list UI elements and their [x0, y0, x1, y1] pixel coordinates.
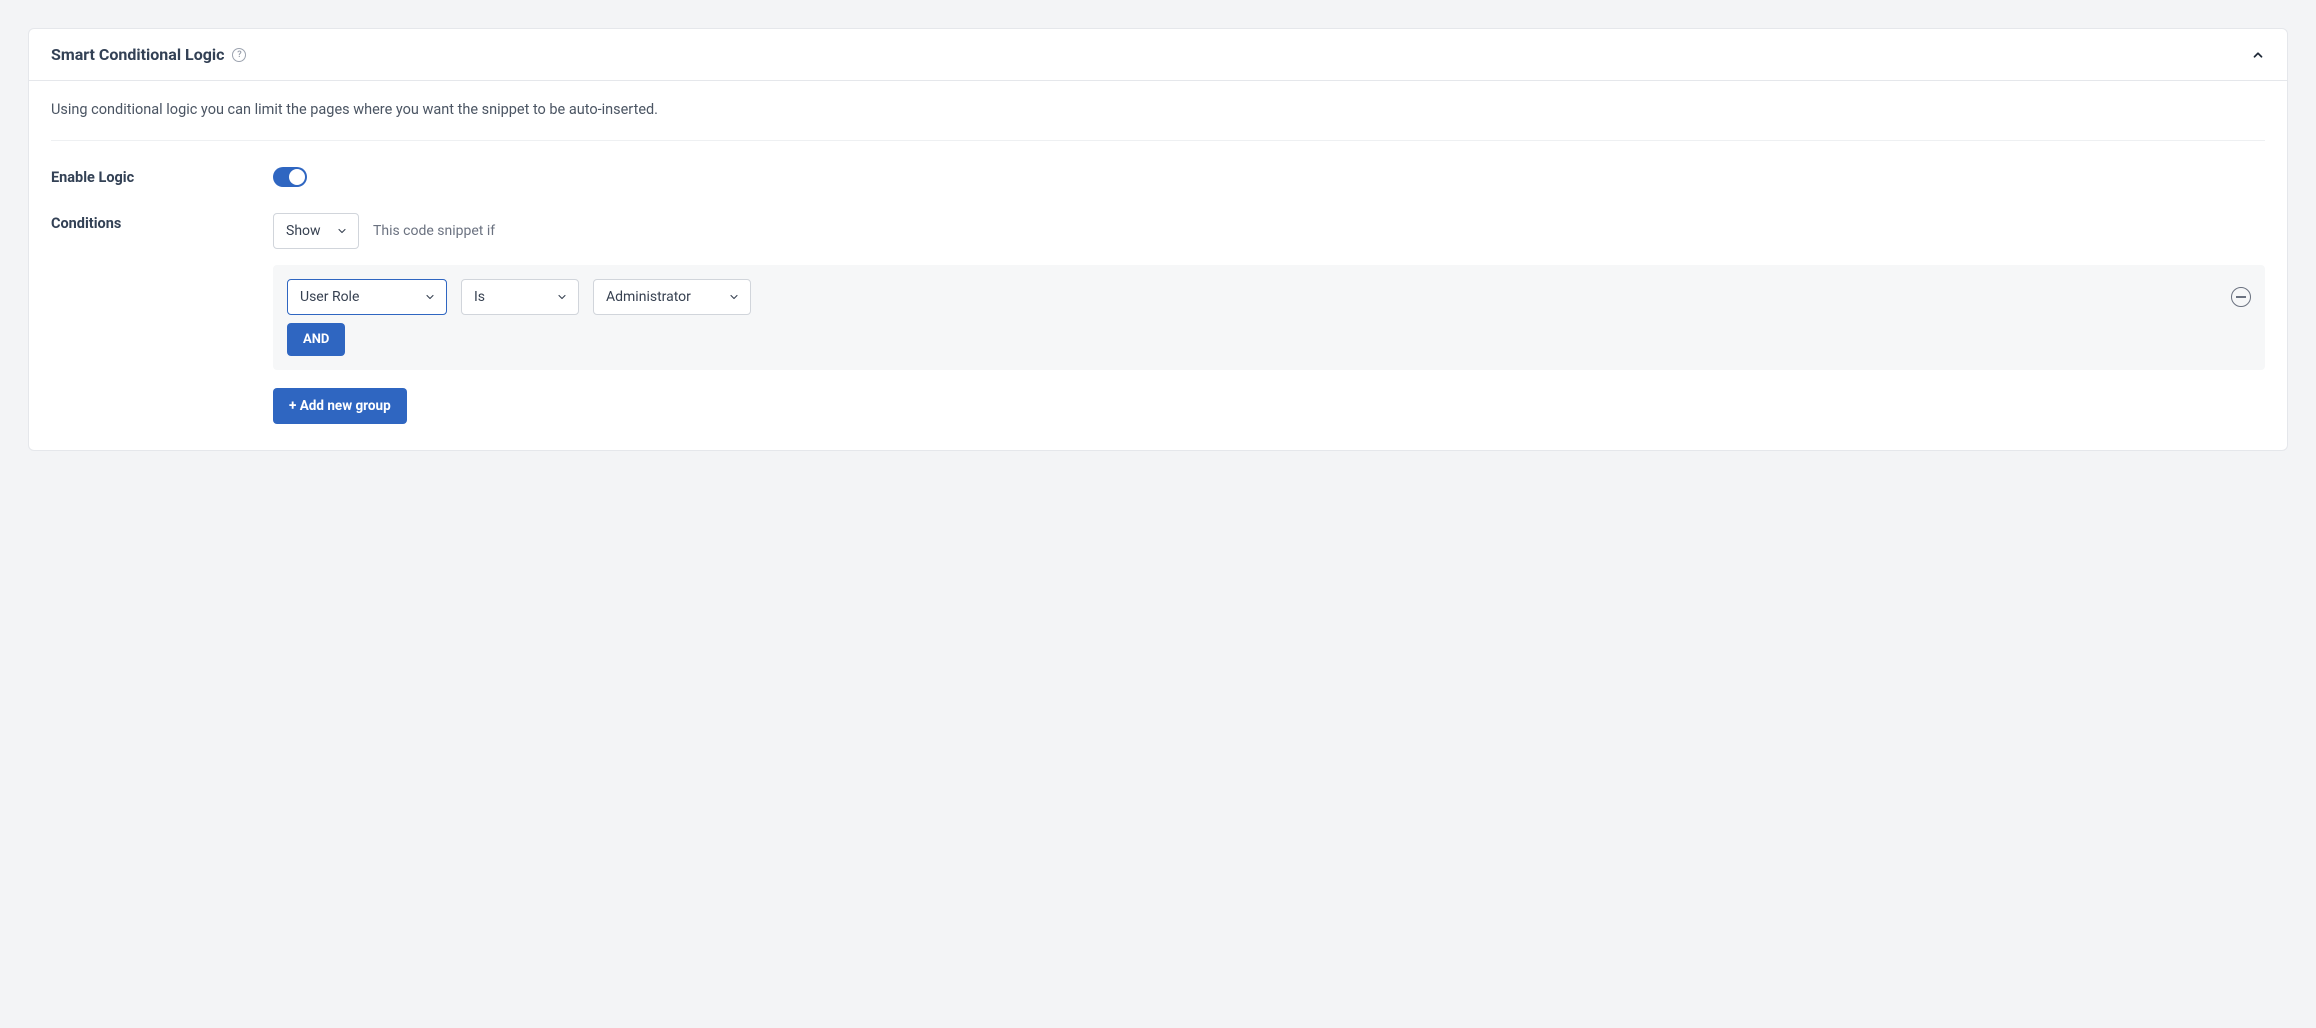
panel-title-wrap: Smart Conditional Logic ? [51, 45, 246, 64]
remove-condition-button[interactable] [2231, 287, 2251, 307]
action-suffix-text: This code snippet if [373, 223, 495, 239]
panel-body: Using conditional logic you can limit th… [29, 81, 2287, 450]
and-button[interactable]: AND [287, 323, 345, 356]
condition-value-select[interactable]: Administrator [593, 279, 751, 315]
panel-title: Smart Conditional Logic [51, 45, 224, 64]
condition-row: User Role Is Administrator [287, 279, 2251, 315]
help-icon[interactable]: ? [232, 48, 246, 62]
chevron-up-icon[interactable] [2251, 48, 2265, 62]
action-select-value: Show [286, 223, 321, 239]
conditions-group: User Role Is Administrator [273, 265, 2265, 370]
condition-subject-value: User Role [300, 289, 359, 305]
enable-logic-row: Enable Logic [51, 167, 2265, 187]
chevron-down-icon [728, 291, 740, 303]
enable-logic-toggle[interactable] [273, 167, 307, 187]
chevron-down-icon [424, 291, 436, 303]
smart-conditional-logic-panel: Smart Conditional Logic ? Using conditio… [28, 28, 2288, 451]
chevron-down-icon [556, 291, 568, 303]
add-new-group-button[interactable]: + Add new group [273, 388, 407, 424]
condition-subject-select[interactable]: User Role [287, 279, 447, 315]
conditions-action-row: Show This code snippet if [273, 213, 2265, 249]
condition-operator-select[interactable]: Is [461, 279, 579, 315]
action-select[interactable]: Show [273, 213, 359, 249]
condition-value-value: Administrator [606, 289, 691, 305]
conditions-content: Show This code snippet if User Role Is [273, 213, 2265, 424]
conditions-label: Conditions [51, 213, 273, 232]
chevron-down-icon [336, 225, 348, 237]
panel-header[interactable]: Smart Conditional Logic ? [29, 29, 2287, 81]
enable-logic-content [273, 167, 2265, 187]
panel-description: Using conditional logic you can limit th… [51, 101, 2265, 141]
enable-logic-label: Enable Logic [51, 167, 273, 186]
conditions-row: Conditions Show This code snippet if Use… [51, 213, 2265, 424]
condition-operator-value: Is [474, 289, 485, 305]
